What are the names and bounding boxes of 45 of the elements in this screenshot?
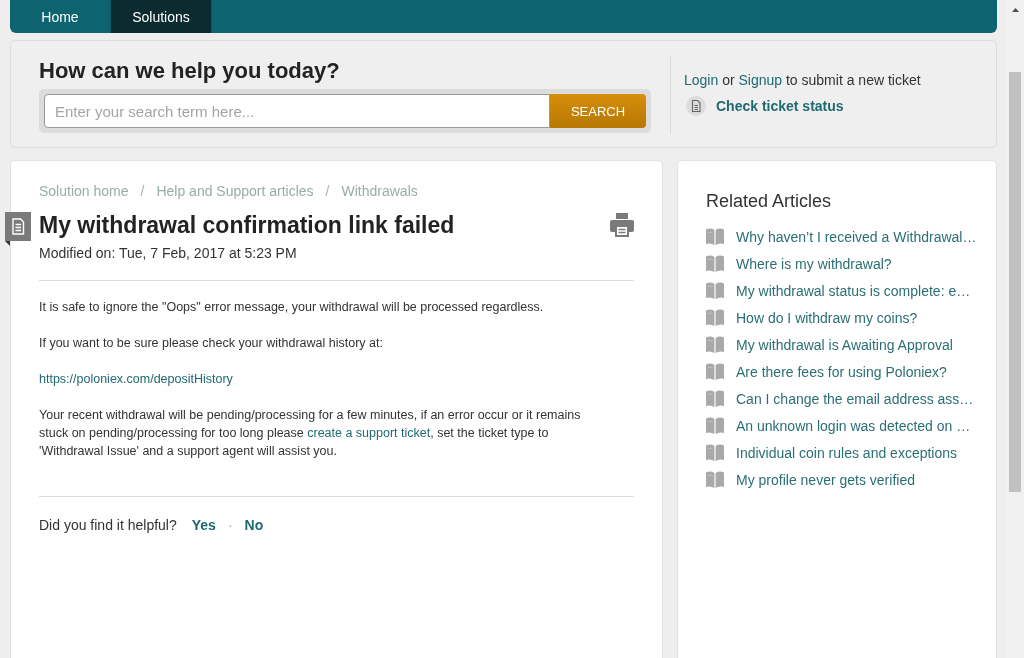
book-icon — [706, 444, 724, 461]
account-link[interactable]: Login — [684, 72, 719, 88]
article-link[interactable]: https://poloniex.com/depositHistory — [39, 372, 233, 386]
book-icon — [706, 255, 724, 272]
scrollbar-thumb[interactable] — [1009, 72, 1021, 492]
book-icon — [706, 336, 724, 353]
related-article-link[interactable]: How do I withdraw my coins? — [736, 309, 918, 326]
search-field[interactable]: Enter your search term here... — [44, 94, 550, 128]
login-prompt: Login or Signup to submit a new ticket — [684, 71, 921, 90]
scroll-up-arrow-icon[interactable] — [1012, 8, 1019, 12]
book-icon — [706, 363, 724, 380]
breadcrumb-separator: / — [325, 182, 330, 200]
related-article-link[interactable]: My profile never gets verified — [736, 471, 915, 488]
related-article-link[interactable]: An unknown login was detected on … — [736, 417, 971, 434]
feedback-separator: · — [227, 516, 233, 534]
related-article-link[interactable]: Where is my withdrawal? — [736, 255, 892, 272]
account-link[interactable]: Signup — [738, 72, 783, 88]
article-paragraph: It is safe to ignore the "Oops" error message, your withdrawal will be processed regardless. — [39, 299, 545, 316]
feedback-link[interactable]: No — [244, 516, 264, 534]
modified-date: Modified on: Tue, 7 Feb, 2017 at 5:23 PM — [39, 244, 298, 262]
article-title: My withdrawal confirmation link failed — [39, 211, 455, 240]
search-button[interactable]: SEARCH — [550, 94, 646, 128]
related-article-link[interactable]: My withdrawal status is complete: e… — [736, 282, 971, 299]
feedback-link[interactable]: Yes — [191, 516, 216, 534]
book-icon — [706, 282, 724, 299]
book-icon — [706, 309, 724, 326]
related-article-link[interactable]: Why haven’t I received a Withdrawal… — [736, 228, 977, 245]
related-articles-heading: Related Articles — [706, 190, 833, 213]
related-article-link[interactable]: My withdrawal is Awaiting Approval — [736, 336, 953, 353]
book-icon — [706, 228, 724, 245]
article-paragraph: Your recent withdrawal will be pending/processing for a few minutes, if an error occur or it remains stuck on pending/processing for too long please create a support ticket, set the ticket type to 'Withdrawal Issue' and a support agent will assist you. — [39, 407, 582, 460]
book-icon — [706, 417, 724, 434]
related-article-link[interactable]: Can I change the email address ass… — [736, 390, 974, 407]
related-article-link[interactable]: Are there fees for using Poloniex? — [736, 363, 947, 380]
book-icon — [706, 471, 724, 488]
nav-tab[interactable]: Solutions — [111, 0, 212, 33]
related-article-link[interactable]: Individual coin rules and exceptions — [736, 444, 958, 461]
feedback-question: Did you find it helpful? — [39, 516, 177, 534]
document-icon — [686, 96, 706, 116]
search-heading: How can we help you today? — [39, 57, 341, 85]
article-paragraph: If you want to be sure please check your withdrawal history at: — [39, 335, 384, 352]
print-icon[interactable] — [610, 213, 634, 237]
book-icon — [706, 390, 724, 407]
breadcrumb-separator: / — [140, 182, 145, 200]
check-ticket-status-link[interactable]: Check ticket status — [716, 98, 844, 114]
